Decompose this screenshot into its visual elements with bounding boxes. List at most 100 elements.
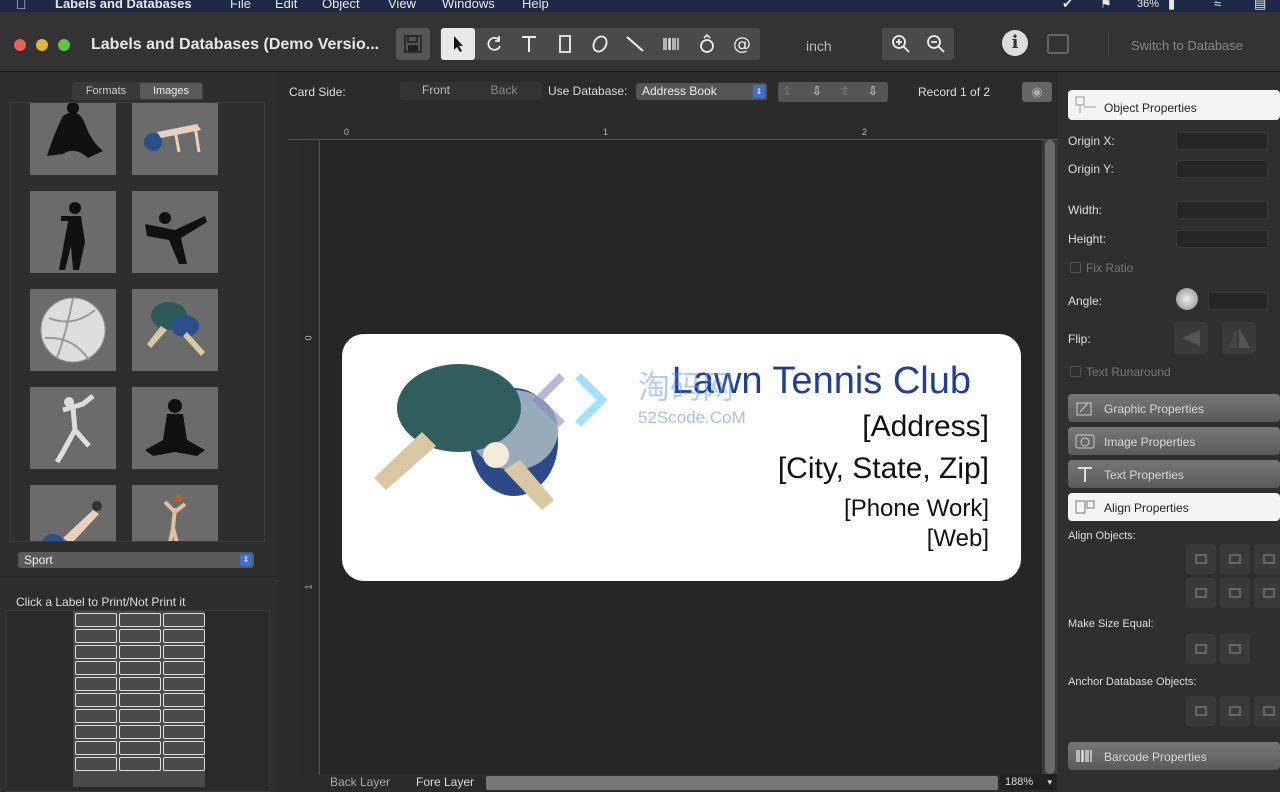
image-thumb-volleyball[interactable] <box>30 289 116 371</box>
tab-formats[interactable]: Formats <box>74 83 138 99</box>
apple-icon[interactable]:  <box>16 0 27 12</box>
select-tool-button[interactable] <box>441 28 475 60</box>
graphic-properties-panel[interactable]: Graphic Properties <box>1068 394 1280 422</box>
width-input[interactable] <box>1176 201 1268 219</box>
image-thumb-volleyball-player[interactable] <box>132 485 218 541</box>
last-record-icon[interactable]: ⇩ <box>868 84 878 98</box>
card-web-field[interactable]: [Web] <box>927 525 989 553</box>
database-select[interactable]: Address Book ⇕ <box>636 83 767 100</box>
text-tool-button[interactable] <box>512 28 546 60</box>
flip-horizontal-button[interactable] <box>1174 322 1208 354</box>
image-thumb-ping-pong[interactable] <box>132 289 218 371</box>
label-sheet-cell[interactable] <box>163 613 205 627</box>
menu-help[interactable]: Help <box>522 0 549 11</box>
label-sheet-cell[interactable] <box>163 677 205 691</box>
label-sheet-cell[interactable] <box>75 741 117 755</box>
zoom-out-button[interactable] <box>919 28 953 60</box>
horizontal-scrollbar[interactable] <box>486 776 998 790</box>
zoom-select[interactable]: 188% ▾ <box>1000 774 1056 790</box>
menu-object[interactable]: Object <box>322 0 360 11</box>
label-sheet-cell[interactable] <box>75 629 117 643</box>
zoom-in-button[interactable] <box>884 28 918 60</box>
image-thumb-karate-kick[interactable] <box>132 191 218 273</box>
status-check-icon[interactable]: ✔ <box>1062 0 1073 12</box>
anchor-left-button[interactable] <box>1186 696 1216 726</box>
image-thumb-yoga-pose[interactable] <box>30 103 116 175</box>
back-layer-tab[interactable]: Back Layer <box>330 775 390 789</box>
text-runaround-checkbox[interactable] <box>1070 366 1081 377</box>
card-city-state-zip-field[interactable]: [City, State, Zip] <box>778 452 989 486</box>
minimize-window-button[interactable] <box>36 39 48 51</box>
label-sheet-cell[interactable] <box>163 757 205 771</box>
database-field-tool-button[interactable]: @ <box>725 28 759 60</box>
keyboard-icon[interactable]: ▤ <box>1254 0 1266 12</box>
flip-vertical-button[interactable] <box>1222 322 1256 354</box>
label-sheet-cell[interactable] <box>163 709 205 723</box>
label-sheet-cell[interactable] <box>75 645 117 659</box>
save-button[interactable] <box>396 28 430 60</box>
fore-layer-tab[interactable]: Fore Layer <box>416 775 474 789</box>
flag-icon[interactable]: ⚑ <box>1100 0 1112 12</box>
align-left-button[interactable] <box>1186 544 1216 574</box>
category-select[interactable]: Sport ⇕ <box>18 552 254 568</box>
label-sheet-cell[interactable] <box>163 661 205 675</box>
label-sheet-cell[interactable] <box>163 629 205 643</box>
card-side-back[interactable]: Back <box>468 83 540 97</box>
height-input[interactable] <box>1176 230 1268 248</box>
align-top-button[interactable] <box>1186 578 1216 608</box>
card-side-front[interactable]: Front <box>400 83 472 97</box>
angle-input[interactable] <box>1208 292 1268 310</box>
label-sheet-cell[interactable] <box>119 645 161 659</box>
angle-dial[interactable] <box>1176 288 1198 310</box>
label-sheet-cell[interactable] <box>119 725 161 739</box>
label-sheet-cell[interactable] <box>75 693 117 707</box>
label-sheet-cell[interactable] <box>119 629 161 643</box>
origin-y-input[interactable] <box>1176 160 1268 178</box>
wifi-icon[interactable]: ≈ <box>1214 0 1221 11</box>
image-thumb-ball-exercise[interactable] <box>132 103 218 175</box>
barcode-properties-panel[interactable]: Barcode Properties <box>1068 742 1280 770</box>
image-thumb-ball-stretch[interactable] <box>30 485 116 541</box>
label-sheet-cell[interactable] <box>119 709 161 723</box>
image-thumb-dumbbell-woman[interactable] <box>30 191 116 273</box>
vertical-scrollbar[interactable] <box>1042 140 1058 774</box>
label-sheet-cell[interactable] <box>163 741 205 755</box>
preview-eye-icon[interactable]: ◉ <box>1022 82 1052 102</box>
rotate-tool-button[interactable] <box>477 28 511 60</box>
label-sheet-cell[interactable] <box>119 757 161 771</box>
card-phone-field[interactable]: [Phone Work] <box>844 495 989 523</box>
label-sheet-cell[interactable] <box>119 741 161 755</box>
menu-windows[interactable]: Windows <box>442 0 495 11</box>
anchor-right-button[interactable] <box>1254 696 1280 726</box>
label-sheet-cell[interactable] <box>75 725 117 739</box>
line-tool-button[interactable] <box>618 28 652 60</box>
label-sheet-cell[interactable] <box>75 757 117 771</box>
barcode-tool-button[interactable] <box>654 28 688 60</box>
menu-view[interactable]: View <box>388 0 416 11</box>
label-sheet-cell[interactable] <box>119 677 161 691</box>
label-sheet-cell[interactable] <box>119 661 161 675</box>
align-center-button[interactable] <box>1220 544 1250 574</box>
menu-app-name[interactable]: Labels and Databases <box>55 0 192 11</box>
fix-ratio-checkbox[interactable] <box>1070 262 1081 273</box>
battery-icon[interactable]: ▮ <box>1168 0 1175 12</box>
image-properties-panel[interactable]: Image Properties <box>1068 427 1280 455</box>
label-sheet-cell[interactable] <box>75 709 117 723</box>
label-sheet-cell[interactable] <box>163 725 205 739</box>
label-card[interactable]: Lawn Tennis Club [Address] [City, State,… <box>342 334 1021 581</box>
zoom-window-button[interactable] <box>58 39 70 51</box>
next-record-icon[interactable]: ⇩ <box>812 84 822 98</box>
image-thumb-dancer[interactable] <box>30 387 116 469</box>
first-record-icon[interactable]: ⇧ <box>782 84 792 98</box>
info-icon[interactable]: i <box>1002 30 1028 56</box>
equal-height-button[interactable] <box>1220 634 1250 664</box>
label-sheet-cell[interactable] <box>75 677 117 691</box>
label-sheet-cell[interactable] <box>163 645 205 659</box>
label-sheet-cell[interactable] <box>75 613 117 627</box>
equal-width-button[interactable] <box>1186 634 1216 664</box>
unit-selector[interactable]: inch <box>806 38 832 54</box>
menu-edit[interactable]: Edit <box>275 0 297 11</box>
origin-x-input[interactable] <box>1176 132 1268 150</box>
card-address-field[interactable]: [Address] <box>862 410 989 444</box>
object-properties-header[interactable]: Object Properties <box>1068 90 1280 120</box>
